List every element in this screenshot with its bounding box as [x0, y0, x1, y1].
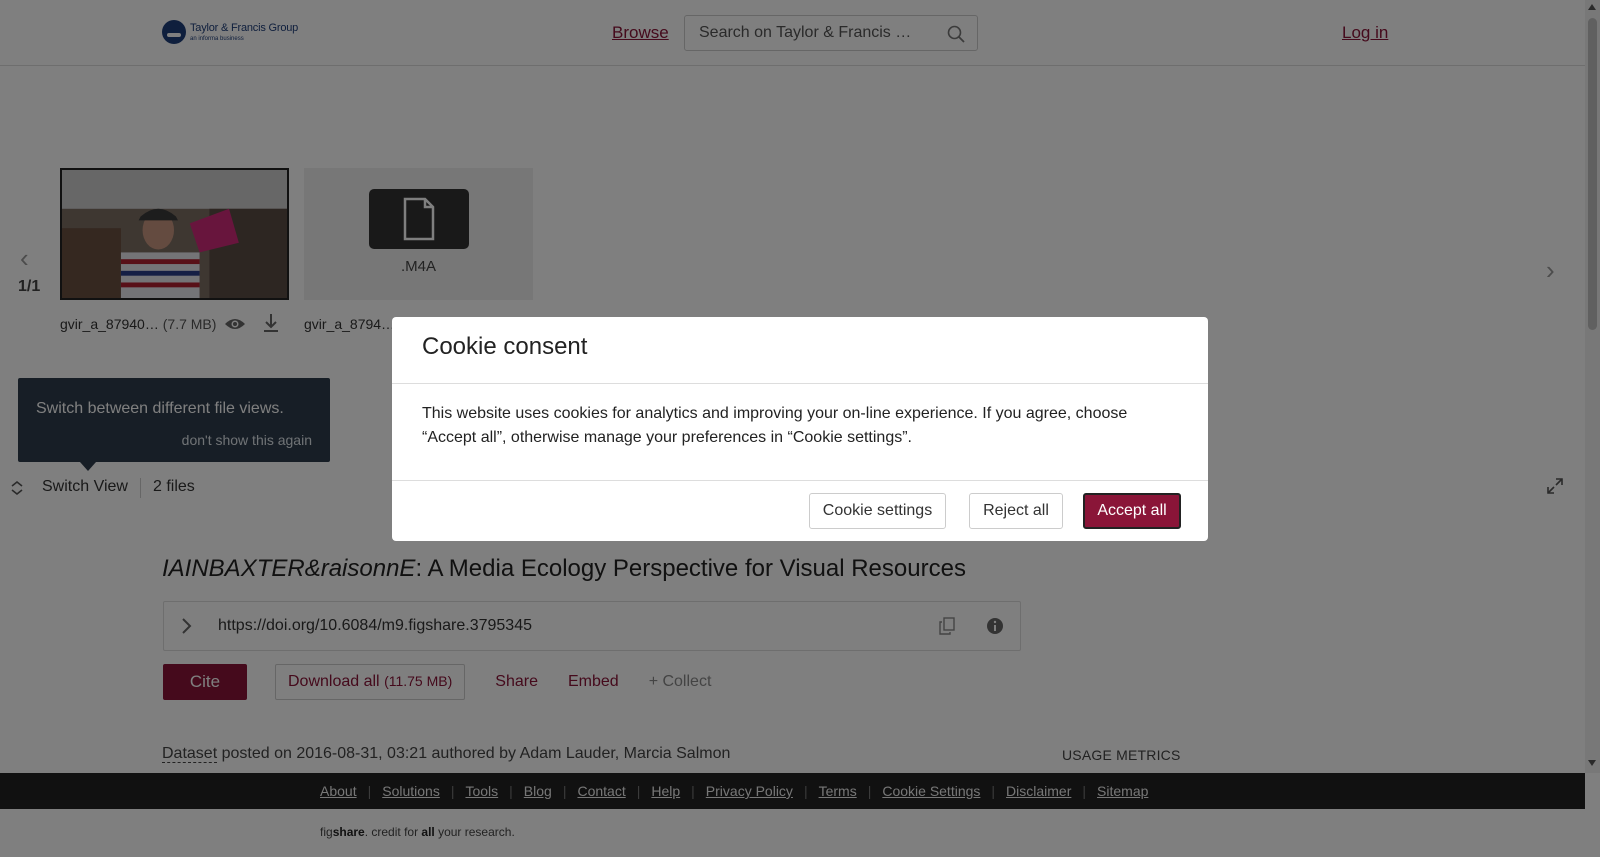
cookie-consent-dialog: Cookie consent This website uses cookies… — [392, 317, 1208, 541]
cookie-settings-button[interactable]: Cookie settings — [809, 493, 946, 529]
modal-header: Cookie consent — [392, 317, 1208, 384]
modal-body-text: This website uses cookies for analytics … — [422, 405, 1128, 446]
reject-all-button[interactable]: Reject all — [969, 493, 1063, 529]
modal-footer-divider — [392, 480, 1208, 481]
accept-all-button[interactable]: Accept all — [1083, 493, 1181, 529]
modal-title: Cookie consent — [422, 333, 588, 360]
